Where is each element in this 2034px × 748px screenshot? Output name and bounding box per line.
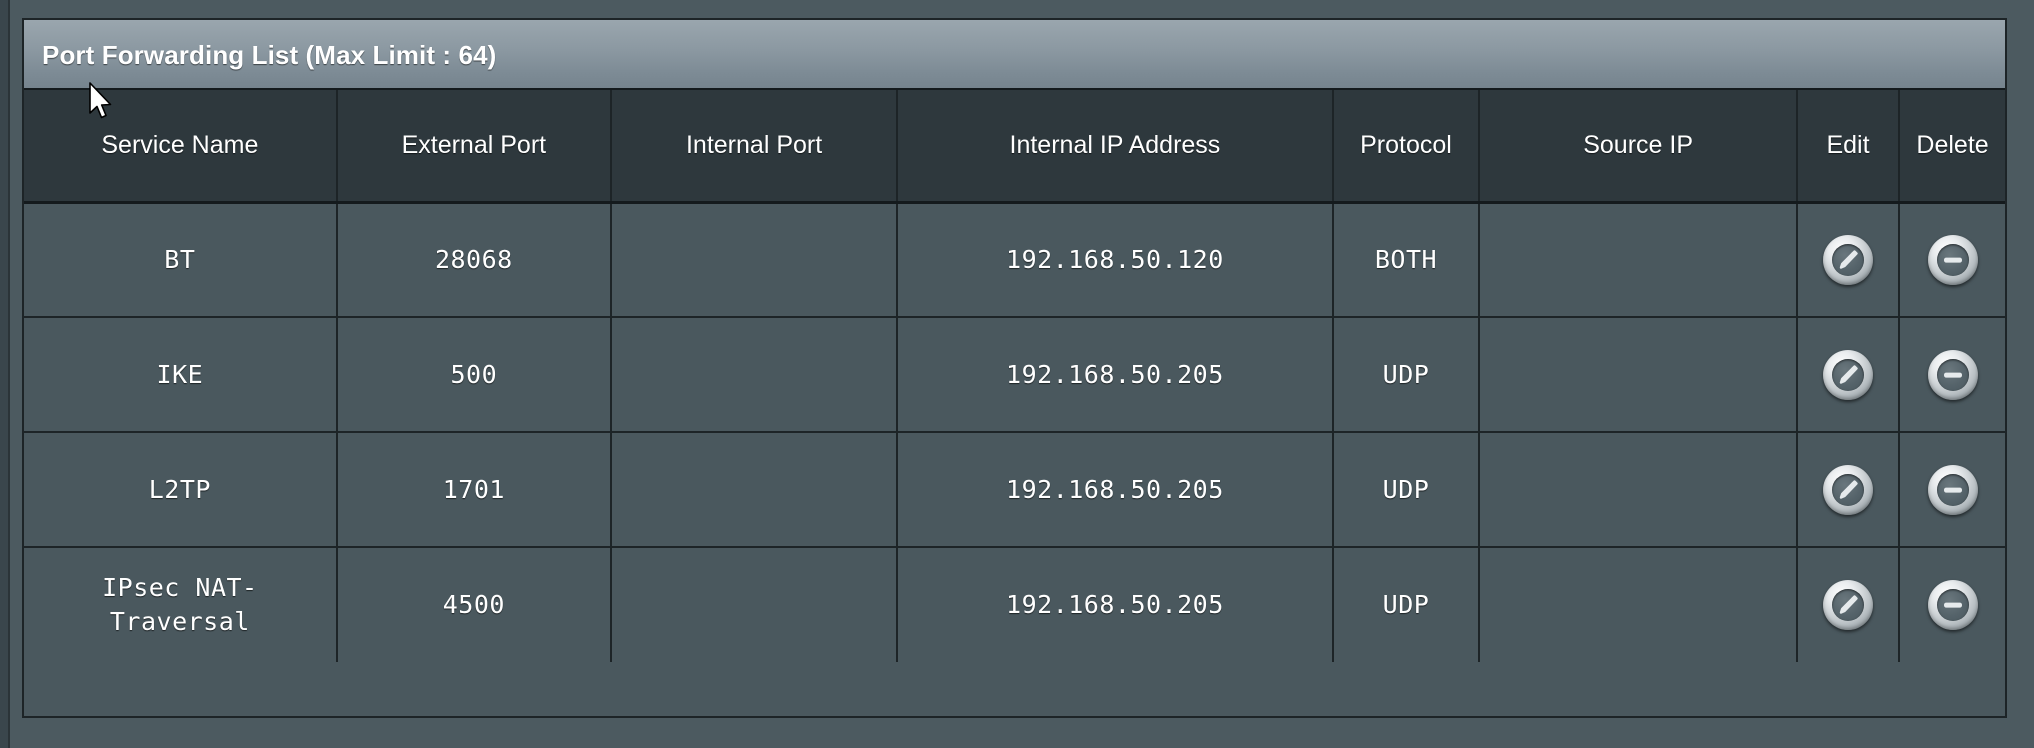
cell-protocol: UDP <box>1332 547 1481 662</box>
page-background: Port Forwarding List (Max Limit : 64) Se… <box>0 0 2034 748</box>
cell-delete <box>1899 547 2005 662</box>
delete-minus-icon[interactable] <box>1927 464 1978 515</box>
delete-minus-icon[interactable] <box>1927 349 1978 400</box>
cell-internal-ip: 192.168.50.205 <box>897 317 1334 433</box>
cell-source-ip <box>1479 317 1798 433</box>
cell-service-name: BT <box>24 202 338 318</box>
cell-protocol: UDP <box>1332 432 1481 548</box>
table-header-row: Service Name External Port Internal Port… <box>24 90 2005 204</box>
cell-internal-port <box>610 432 899 548</box>
column-header-internal-ip: Internal IP Address <box>897 90 1334 204</box>
cell-protocol: BOTH <box>1332 202 1481 318</box>
port-forwarding-panel: Port Forwarding List (Max Limit : 64) Se… <box>22 18 2007 718</box>
cell-edit <box>1796 432 1901 548</box>
cell-internal-port <box>610 202 899 318</box>
edit-pencil-icon[interactable] <box>1822 464 1873 515</box>
right-rail <box>2024 0 2034 748</box>
column-header-protocol: Protocol <box>1332 90 1481 204</box>
cell-service-name: IPsec NAT- Traversal <box>24 547 338 662</box>
cell-internal-ip: 192.168.50.205 <box>897 432 1334 548</box>
cell-service-name: L2TP <box>24 432 338 548</box>
delete-minus-icon[interactable] <box>1927 234 1978 285</box>
column-header-internal-port: Internal Port <box>610 90 899 204</box>
cell-source-ip <box>1479 432 1798 548</box>
column-header-edit: Edit <box>1796 90 1901 204</box>
cell-internal-port <box>610 547 899 662</box>
edit-pencil-icon[interactable] <box>1822 234 1873 285</box>
cell-edit <box>1796 547 1901 662</box>
edit-pencil-icon[interactable] <box>1822 349 1873 400</box>
column-header-source-ip: Source IP <box>1479 90 1798 204</box>
table-row: BT 28068 192.168.50.120 BOTH <box>24 202 2005 318</box>
column-header-delete: Delete <box>1899 90 2005 204</box>
cell-source-ip <box>1479 202 1798 318</box>
cell-internal-ip: 192.168.50.205 <box>897 547 1334 662</box>
cell-source-ip <box>1479 547 1798 662</box>
cell-external-port: 4500 <box>336 547 612 662</box>
table-row: L2TP 1701 192.168.50.205 UDP <box>24 432 2005 548</box>
edit-pencil-icon[interactable] <box>1822 580 1873 630</box>
cell-internal-ip: 192.168.50.120 <box>897 202 1334 318</box>
panel-title: Port Forwarding List (Max Limit : 64) <box>24 20 2005 90</box>
table-row: IPsec NAT- Traversal 4500 192.168.50.205 UD… <box>24 547 2005 662</box>
cell-delete <box>1899 202 2005 318</box>
left-rail <box>0 0 10 748</box>
table-body: BT 28068 192.168.50.120 BOTH IKE 500 192.168.5… <box>24 202 2005 662</box>
column-header-external-port: External Port <box>336 90 612 204</box>
table-row: IKE 500 192.168.50.205 UDP <box>24 317 2005 433</box>
cell-delete <box>1899 317 2005 433</box>
delete-minus-icon[interactable] <box>1927 580 1978 630</box>
cell-internal-port <box>610 317 899 433</box>
cell-external-port: 500 <box>336 317 612 433</box>
cell-external-port: 1701 <box>336 432 612 548</box>
cell-edit <box>1796 317 1901 433</box>
cell-service-name: IKE <box>24 317 338 433</box>
cell-external-port: 28068 <box>336 202 612 318</box>
cell-edit <box>1796 202 1901 318</box>
column-header-service-name: Service Name <box>24 90 338 204</box>
port-forwarding-table: Service Name External Port Internal Port… <box>24 90 2005 662</box>
table-header: Service Name External Port Internal Port… <box>24 90 2005 204</box>
cell-protocol: UDP <box>1332 317 1481 433</box>
cell-delete <box>1899 432 2005 548</box>
